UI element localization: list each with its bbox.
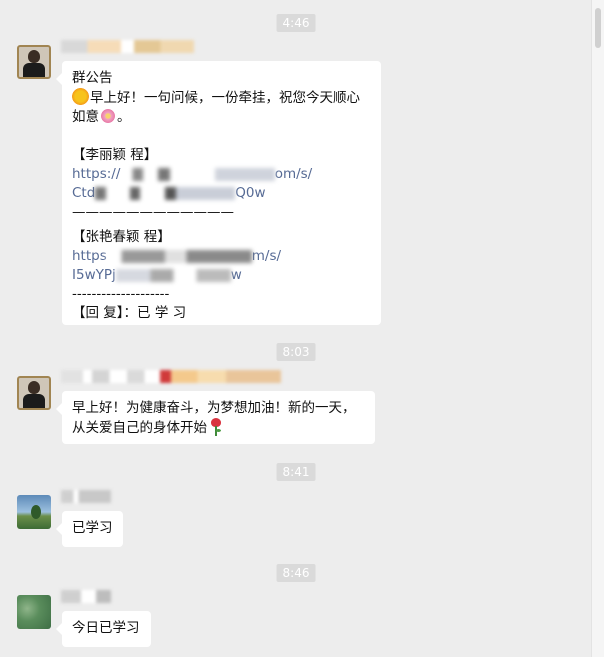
divider-line: ———————————— bbox=[72, 204, 234, 220]
course-link[interactable]: https:// om/s/ bbox=[72, 165, 371, 184]
redaction-mask bbox=[115, 268, 231, 282]
section-name: 【张艳春颖 程】 bbox=[72, 229, 171, 245]
greeting-end: 。 bbox=[117, 109, 131, 125]
redaction-mask bbox=[95, 186, 236, 200]
message-text: 已学习 bbox=[72, 520, 113, 536]
message-bubble-announcement[interactable]: 群公告 早上好！一句问候，一份牵挂，祝您今天顺心 如意 。 【李丽颖 程】 htt… bbox=[56, 61, 381, 325]
timestamp: 8:03 bbox=[276, 343, 316, 361]
scrollbar-thumb[interactable] bbox=[595, 8, 601, 48]
reply-note: 【回 复】：已 学 习 bbox=[72, 305, 187, 321]
sun-icon bbox=[72, 88, 89, 105]
greeting-text-2: 如意 bbox=[72, 109, 99, 125]
link-text: om/s/ bbox=[274, 166, 313, 182]
sender-avatar[interactable] bbox=[17, 595, 51, 629]
announcement-title: 群公告 bbox=[72, 70, 113, 86]
chat-history[interactable]: 4:46 群公告 早上好！一句问候，一份牵挂，祝您今天顺心 如意 。 【李丽颖 程… bbox=[0, 0, 592, 657]
rose-icon bbox=[210, 418, 222, 436]
redaction-mask bbox=[124, 167, 275, 181]
message-bubble[interactable]: 今日已学习 bbox=[56, 611, 151, 647]
sender-name-redacted bbox=[61, 40, 194, 53]
redaction-mask bbox=[106, 249, 252, 263]
course-link[interactable]: I5wYPj w bbox=[72, 266, 371, 285]
message-bubble[interactable]: 已学习 bbox=[56, 511, 123, 547]
timestamp: 8:41 bbox=[276, 463, 316, 481]
vertical-scrollbar[interactable] bbox=[591, 0, 604, 657]
link-text: w bbox=[230, 267, 242, 283]
sender-name-redacted bbox=[61, 370, 281, 383]
divider-line: -------------------- bbox=[72, 286, 170, 302]
timestamp: 4:46 bbox=[276, 14, 316, 32]
message-text: 早上好！为健康奋斗，为梦想加油！新的一天， bbox=[72, 400, 356, 416]
link-text: Ctd bbox=[72, 185, 96, 201]
timestamp: 8:46 bbox=[276, 564, 316, 582]
course-link[interactable]: https m/s/ bbox=[72, 247, 371, 266]
message-text: 今日已学习 bbox=[72, 620, 140, 636]
sender-avatar[interactable] bbox=[17, 45, 51, 79]
link-text: https bbox=[72, 248, 107, 264]
link-text: Q0w bbox=[235, 185, 266, 201]
sender-avatar[interactable] bbox=[17, 495, 51, 529]
section-name: 【李丽颖 程】 bbox=[72, 147, 158, 163]
message-bubble-greeting[interactable]: 早上好！为健康奋斗，为梦想加油！新的一天， 从关爱自己的身体开始 bbox=[56, 391, 375, 444]
course-link[interactable]: Ctd Q0w bbox=[72, 184, 371, 203]
message-text: 从关爱自己的身体开始 bbox=[72, 420, 207, 436]
link-text: https:// bbox=[72, 166, 121, 182]
greeting-text: 早上好！一句问候，一份牵挂，祝您今天顺心 bbox=[90, 90, 360, 106]
sender-name-redacted bbox=[61, 590, 111, 603]
sender-avatar[interactable] bbox=[17, 376, 51, 410]
link-text: I5wYPj bbox=[72, 267, 116, 283]
link-text: m/s/ bbox=[251, 248, 282, 264]
sender-name-redacted bbox=[61, 490, 111, 503]
flower-icon bbox=[101, 109, 115, 123]
